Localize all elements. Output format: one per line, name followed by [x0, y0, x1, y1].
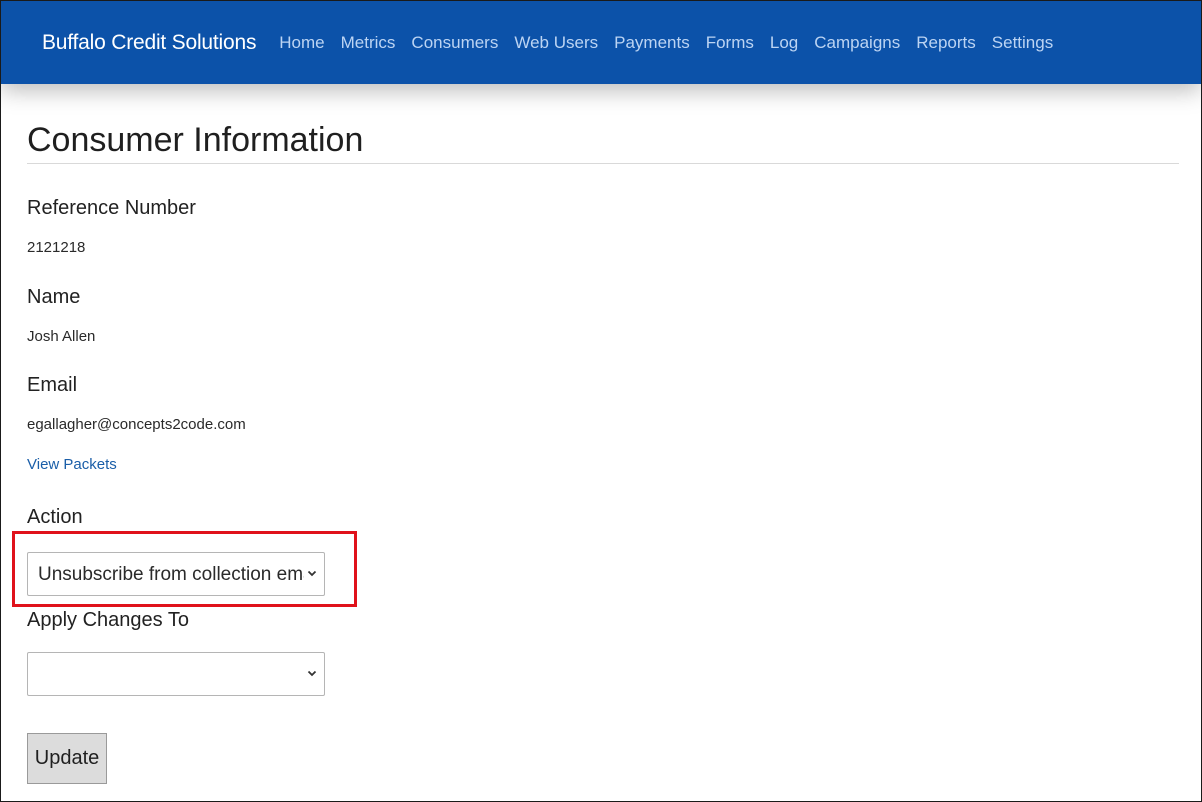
brand-link[interactable]: Buffalo Credit Solutions [42, 31, 256, 55]
nav-log[interactable]: Log [770, 33, 798, 53]
title-divider [27, 163, 1179, 164]
nav-campaigns[interactable]: Campaigns [814, 33, 900, 53]
nav-forms[interactable]: Forms [706, 33, 754, 53]
email-value: egallagher@concepts2code.com [27, 416, 246, 433]
app-window: Buffalo Credit Solutions Home Metrics Co… [0, 0, 1202, 802]
top-navbar: Buffalo Credit Solutions Home Metrics Co… [1, 1, 1201, 84]
chevron-down-icon [307, 670, 317, 677]
action-label: Action [27, 506, 83, 528]
reference-number-label: Reference Number [27, 197, 196, 219]
nav-home[interactable]: Home [279, 33, 324, 53]
name-value: Josh Allen [27, 328, 96, 345]
view-packets-link[interactable]: View Packets [27, 456, 117, 473]
highlight-annotation [12, 531, 357, 607]
apply-changes-select[interactable] [27, 652, 325, 696]
page-title: Consumer Information [27, 121, 364, 159]
email-label: Email [27, 374, 78, 396]
nav-web-users[interactable]: Web Users [514, 33, 598, 53]
apply-changes-label: Apply Changes To [27, 609, 189, 631]
nav-reports[interactable]: Reports [916, 33, 976, 53]
update-button[interactable]: Update [27, 733, 107, 784]
nav-consumers[interactable]: Consumers [411, 33, 498, 53]
nav-metrics[interactable]: Metrics [341, 33, 396, 53]
reference-number-value: 2121218 [27, 239, 86, 256]
nav-links: Home Metrics Consumers Web Users Payment… [279, 33, 1069, 53]
nav-settings[interactable]: Settings [992, 33, 1053, 53]
nav-payments[interactable]: Payments [614, 33, 690, 53]
name-label: Name [27, 286, 81, 308]
